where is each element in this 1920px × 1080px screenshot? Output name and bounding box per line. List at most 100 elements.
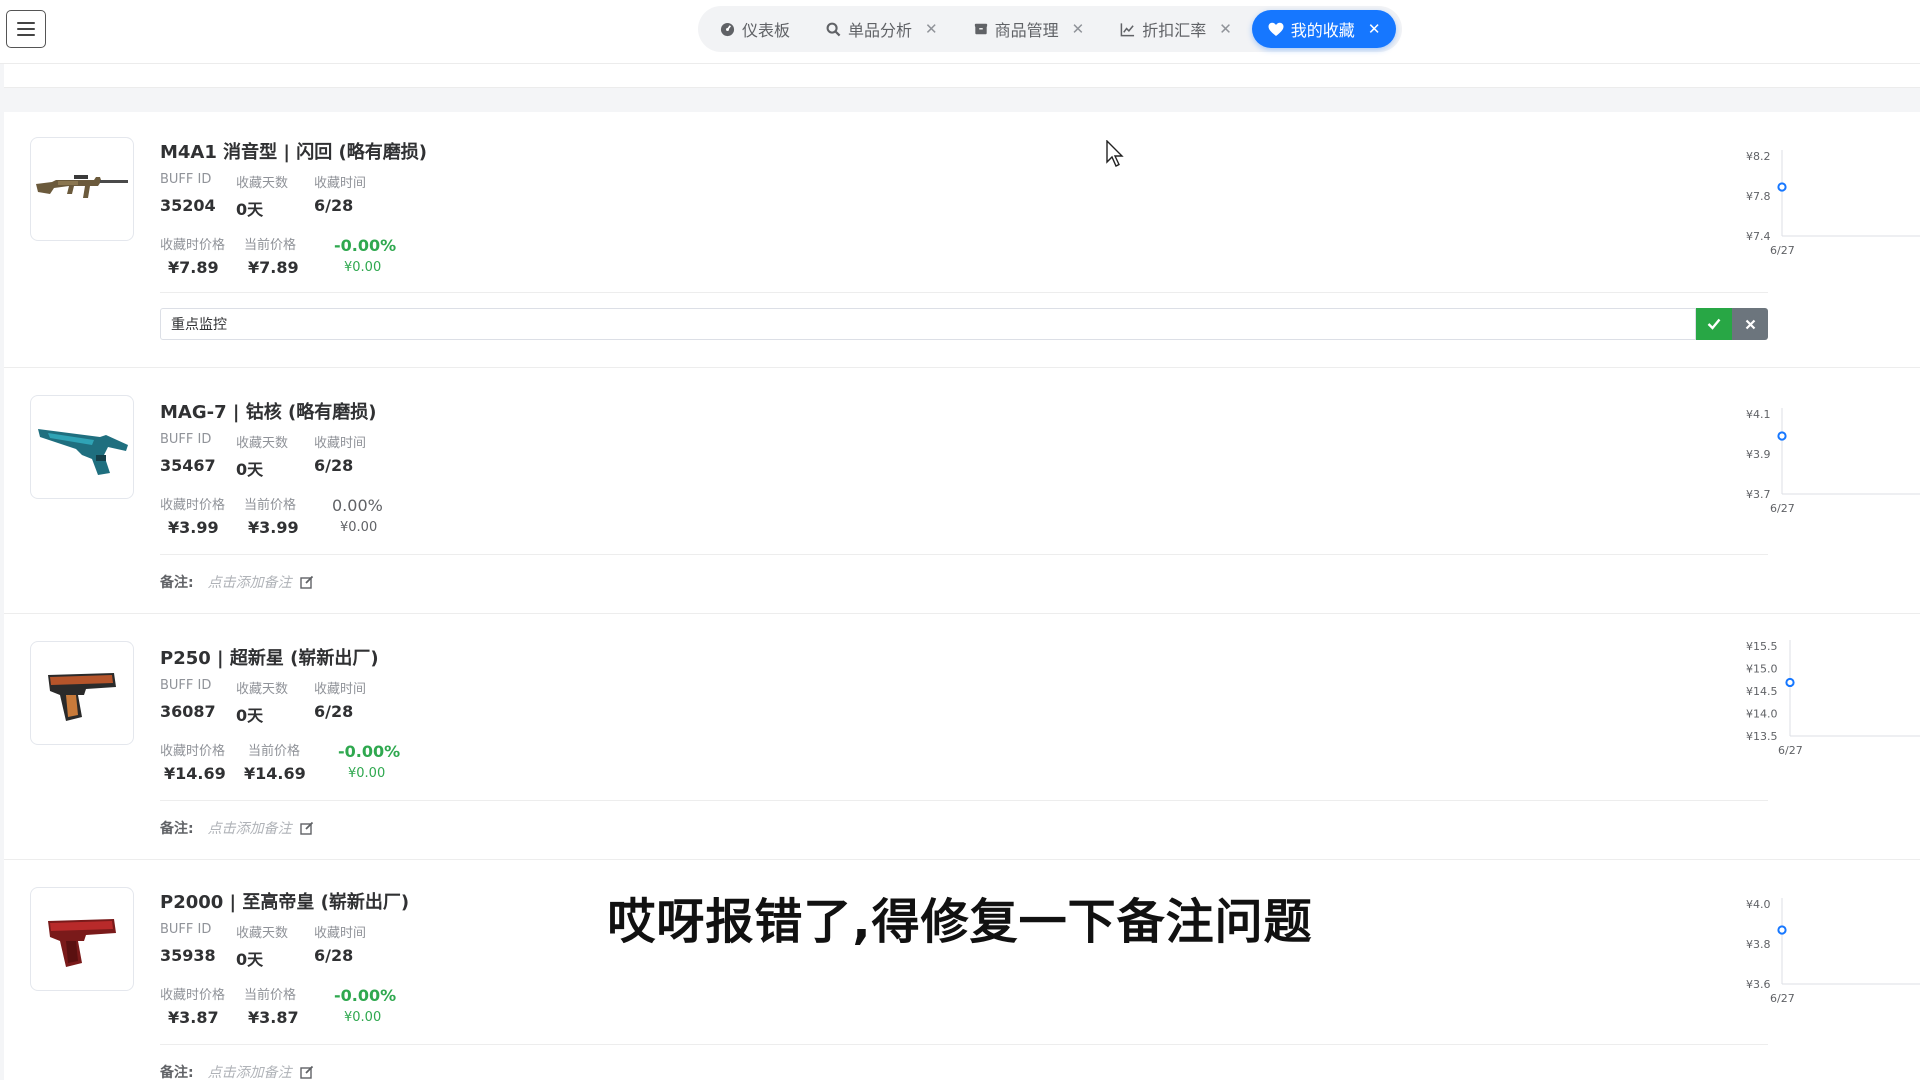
price-trend-chart: ¥4.1 ¥3.9 ¥3.76/27 bbox=[1746, 408, 1920, 515]
change-percent: -0.00% bbox=[334, 236, 397, 255]
change-percent: -0.00% bbox=[334, 986, 397, 1005]
rifle-image bbox=[36, 175, 128, 198]
tab-dashboard[interactable]: 仪表板 bbox=[704, 10, 806, 48]
close-icon[interactable]: ✕ bbox=[925, 20, 938, 38]
divider bbox=[160, 554, 1768, 555]
y-tick-label: ¥3.7 bbox=[1746, 488, 1771, 501]
y-tick-label: ¥14.0 bbox=[1746, 708, 1778, 721]
data-point[interactable] bbox=[1777, 182, 1787, 192]
pistol-image bbox=[48, 919, 116, 967]
note-label: 备注: bbox=[160, 575, 194, 591]
x-tick-label: 6/27 bbox=[1778, 744, 1803, 757]
item-thumbnail[interactable] bbox=[30, 137, 134, 241]
data-point[interactable] bbox=[1777, 431, 1787, 441]
x-tick-label: 6/27 bbox=[1770, 244, 1795, 257]
item-title[interactable]: P2000 | 至高帝皇 (崭新出厂) bbox=[160, 888, 409, 914]
cur-price-value: ¥7.89 bbox=[248, 258, 299, 277]
y-tick-label: ¥3.6 bbox=[1746, 978, 1771, 991]
edit-icon[interactable] bbox=[299, 1065, 314, 1079]
y-tick-label: ¥15.0 bbox=[1746, 663, 1778, 676]
top-bar: 仪表板 单品分析 ✕ 商品管理 ✕ 折扣汇率 ✕ 我的收藏 ✕ bbox=[0, 0, 1920, 64]
fav-price-value: ¥7.89 bbox=[168, 258, 219, 277]
x-tick-label: 6/27 bbox=[1770, 502, 1795, 515]
line-chart-icon bbox=[1120, 22, 1135, 36]
buff-id-label: BUFF ID bbox=[160, 172, 212, 187]
x-tick-label: 6/27 bbox=[1770, 992, 1795, 1005]
buff-id-value: 35467 bbox=[160, 456, 216, 475]
fav-time-label: 收藏时间 bbox=[314, 436, 367, 451]
tab-label: 仪表板 bbox=[742, 21, 791, 40]
fav-days-value: 0天 bbox=[236, 950, 264, 969]
item-title[interactable]: P250 | 超新星 (崭新出厂) bbox=[160, 644, 379, 670]
price-trend-chart: ¥15.5 ¥15.0 ¥14.5 ¥14.0 ¥13.56/27 bbox=[1746, 640, 1920, 757]
cur-price-value: ¥3.99 bbox=[248, 518, 299, 537]
cur-price-value: ¥3.87 bbox=[248, 1008, 299, 1027]
cur-price-label: 当前价格 bbox=[248, 744, 301, 759]
fav-time-label: 收藏时间 bbox=[314, 682, 367, 697]
price-trend-chart: ¥8.2 ¥7.8 ¥7.46/27 bbox=[1746, 150, 1920, 257]
y-tick-label: ¥4.1 bbox=[1746, 408, 1771, 421]
item-title[interactable]: M4A1 消音型 | 闪回 (略有磨损) bbox=[160, 138, 427, 164]
change-percent: 0.00% bbox=[332, 496, 383, 515]
tab-label: 单品分析 bbox=[848, 21, 913, 40]
list-item: P250 | 超新星 (崭新出厂) BUFF ID 收藏天数 收藏时间 3608… bbox=[4, 614, 1920, 860]
change-amount: ¥0.00 bbox=[340, 520, 378, 535]
data-point[interactable] bbox=[1785, 677, 1795, 688]
y-tick-label: ¥7.4 bbox=[1746, 230, 1771, 243]
fav-days-label: 收藏天数 bbox=[236, 436, 289, 451]
y-tick-label: ¥3.9 bbox=[1746, 448, 1771, 461]
item-title[interactable]: MAG-7 | 钴核 (略有磨损) bbox=[160, 398, 376, 424]
pistol-image bbox=[48, 673, 116, 721]
item-thumbnail[interactable] bbox=[30, 887, 134, 991]
fav-days-value: 0天 bbox=[236, 460, 264, 479]
buff-id-value: 35204 bbox=[160, 196, 216, 215]
cur-price-label: 当前价格 bbox=[244, 988, 297, 1003]
fav-price-label: 收藏时价格 bbox=[160, 238, 226, 253]
tab-label: 我的收藏 bbox=[1290, 21, 1355, 40]
divider bbox=[160, 800, 1768, 801]
tab-item-analysis[interactable]: 单品分析 ✕ bbox=[810, 10, 954, 48]
change-amount: ¥0.00 bbox=[348, 766, 386, 781]
close-icon[interactable]: ✕ bbox=[1072, 20, 1085, 38]
close-icon[interactable]: ✕ bbox=[1219, 20, 1232, 38]
edit-icon[interactable] bbox=[299, 821, 314, 835]
menu-toggle-button[interactable] bbox=[6, 10, 46, 48]
fav-price-value: ¥14.69 bbox=[164, 764, 226, 783]
check-icon bbox=[1707, 318, 1721, 330]
fav-price-value: ¥3.99 bbox=[168, 518, 219, 537]
tab-label: 商品管理 bbox=[994, 21, 1059, 40]
y-tick-label: ¥4.0 bbox=[1746, 898, 1771, 911]
data-point[interactable] bbox=[1777, 925, 1787, 935]
tab-my-favorites[interactable]: 我的收藏 ✕ bbox=[1251, 10, 1397, 48]
y-tick-label: ¥8.2 bbox=[1746, 150, 1771, 163]
tab-discount-rate[interactable]: 折扣汇率 ✕ bbox=[1104, 10, 1248, 48]
cur-price-label: 当前价格 bbox=[244, 238, 297, 253]
edit-icon[interactable] bbox=[299, 575, 314, 589]
y-tick-label: ¥14.5 bbox=[1746, 685, 1778, 698]
fav-price-label: 收藏时价格 bbox=[160, 744, 226, 759]
fav-days-label: 收藏天数 bbox=[236, 682, 289, 697]
note-placeholder[interactable]: 点击添加备注 bbox=[208, 1062, 292, 1080]
cancel-note-button[interactable] bbox=[1732, 308, 1768, 340]
list-item: M4A1 消音型 | 闪回 (略有磨损) BUFF ID 收藏天数 收藏时间 3… bbox=[4, 112, 1920, 368]
confirm-note-button[interactable] bbox=[1696, 308, 1732, 340]
buff-id-label: BUFF ID bbox=[160, 432, 212, 447]
list-item: P2000 | 至高帝皇 (崭新出厂) BUFF ID 收藏天数 收藏时间 35… bbox=[4, 860, 1920, 1080]
fav-time-value: 6/28 bbox=[314, 702, 354, 721]
item-thumbnail[interactable] bbox=[30, 641, 134, 745]
tab-product-management[interactable]: 商品管理 ✕ bbox=[958, 10, 1101, 48]
divider bbox=[160, 1044, 1768, 1045]
note-placeholder[interactable]: 点击添加备注 bbox=[208, 818, 292, 838]
note-input[interactable] bbox=[160, 308, 1696, 340]
fav-price-value: ¥3.87 bbox=[168, 1008, 219, 1027]
note-placeholder[interactable]: 点击添加备注 bbox=[208, 572, 292, 592]
note-row: 备注: 点击添加备注 bbox=[160, 572, 314, 592]
cur-price-label: 当前价格 bbox=[244, 498, 297, 513]
buff-id-value: 36087 bbox=[160, 702, 216, 721]
close-icon bbox=[1745, 319, 1755, 329]
note-row: 备注: 点击添加备注 bbox=[160, 1062, 314, 1080]
note-row: 备注: 点击添加备注 bbox=[160, 818, 314, 838]
item-thumbnail[interactable] bbox=[30, 395, 134, 499]
buff-id-value: 35938 bbox=[160, 946, 216, 965]
close-icon[interactable]: ✕ bbox=[1368, 20, 1381, 38]
